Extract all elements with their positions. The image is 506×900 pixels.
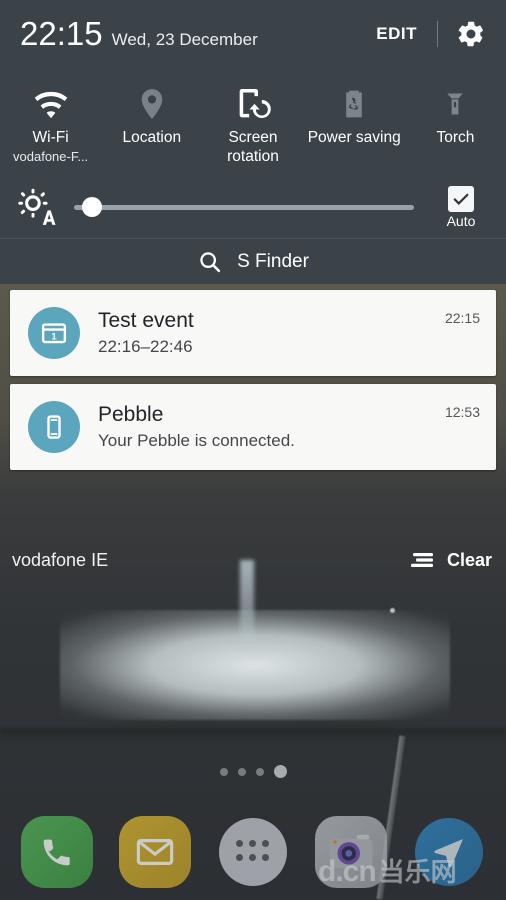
notification-body: 22:16–22:46 (98, 337, 193, 356)
toggle-screen-rotation[interactable]: Screen rotation (202, 82, 303, 166)
toggle-location-label: Location (122, 129, 182, 146)
status-date: Wed, 23 December (111, 30, 258, 49)
notification-title: Test event (98, 309, 194, 332)
dock-item-email[interactable] (117, 814, 193, 890)
envelope-icon (119, 815, 191, 888)
clear-all-label: Clear (446, 549, 492, 570)
navigation-icon (415, 817, 483, 886)
notification-title: Pebble (98, 403, 164, 426)
toggle-torch-label: Torch (436, 129, 475, 146)
edit-button[interactable]: EDIT (372, 18, 421, 50)
apps-grid-icon (219, 817, 287, 886)
page-dot-4-active[interactable] (273, 765, 287, 778)
header-divider (437, 21, 438, 47)
svg-text:1: 1 (51, 331, 57, 342)
toggle-power-saving[interactable]: Power saving (304, 82, 405, 166)
notification-item-calendar[interactable]: 1 Test event 22:16–22:46 22:15 (10, 290, 496, 376)
page-dot-2[interactable] (237, 767, 246, 776)
dock-item-phone[interactable] (19, 814, 95, 890)
notification-text-block: Pebble Your Pebble is connected. (80, 401, 445, 453)
camera-icon (315, 815, 387, 888)
auto-brightness-icon (14, 187, 58, 227)
notification-timestamp: 12:53 (444, 404, 480, 420)
clock-and-date: 22:15 Wed, 23 December (20, 15, 372, 53)
brightness-slider-thumb[interactable] (82, 197, 102, 217)
notification-list: 1 Test event 22:16–22:46 22:15 Pebble Yo… (0, 290, 506, 470)
phone-icon (21, 815, 93, 888)
shade-header: 22:15 Wed, 23 December EDIT (0, 0, 506, 68)
brightness-slider[interactable] (68, 187, 420, 227)
clear-all-button[interactable]: Clear (410, 549, 492, 571)
notification-timestamp: 22:15 (444, 310, 480, 326)
notification-text-block: Test event 22:16–22:46 (80, 307, 445, 359)
s-finder-label: S Finder (237, 250, 309, 272)
page-dot-1[interactable] (219, 767, 228, 776)
shade-footer: vodafone IE Clear (0, 542, 506, 578)
toggle-screen-rotation-label: Screen rotation (227, 129, 279, 165)
toggle-wifi-label: Wi-Fi (32, 129, 69, 146)
status-clock: 22:15 (20, 15, 103, 52)
brightness-row: Auto (0, 176, 506, 238)
wallpaper-horizon-line (0, 728, 506, 742)
settings-button[interactable] (454, 17, 488, 51)
clear-lines-icon (410, 553, 433, 567)
brightness-slider-track (74, 204, 414, 210)
page-dot-3[interactable] (255, 767, 264, 776)
toggle-wifi-ssid: vodafone-F... (13, 149, 89, 164)
screen-rotation-icon (233, 82, 273, 126)
notification-item-pebble[interactable]: Pebble Your Pebble is connected. 12:53 (10, 384, 496, 470)
torch-icon (440, 82, 470, 126)
toggle-wifi[interactable]: Wi-Fi vodafone-F... (0, 82, 101, 166)
dock-item-camera[interactable] (313, 814, 389, 890)
wallpaper-light-speck (390, 608, 395, 613)
power-saving-icon (337, 82, 371, 126)
page-indicator[interactable] (0, 765, 506, 778)
auto-brightness-checkbox[interactable] (448, 185, 474, 212)
gear-icon (458, 21, 484, 47)
home-dock (0, 803, 506, 900)
smartphone-icon (28, 401, 80, 453)
notification-body: Your Pebble is connected. (98, 431, 295, 450)
toggle-location[interactable]: Location (101, 82, 202, 166)
auto-brightness-toggle[interactable]: Auto (430, 185, 492, 229)
notification-shade: 22:15 Wed, 23 December EDIT Wi-Fi vodafo… (0, 0, 506, 478)
auto-brightness-label: Auto (446, 212, 476, 229)
calendar-icon: 1 (28, 307, 80, 359)
s-finder-button[interactable]: S Finder (0, 238, 506, 284)
check-icon (453, 193, 469, 205)
phone-screen: d.cn 当乐网 22:15 Wed, 23 December EDIT Wi-… (0, 0, 506, 900)
dock-item-navigation[interactable] (411, 814, 487, 890)
toggle-torch[interactable]: Torch (405, 82, 506, 166)
quick-settings-toggles: Wi-Fi vodafone-F... Location Screen rota… (0, 68, 506, 176)
wifi-icon (31, 82, 71, 126)
wallpaper-light-pool (60, 610, 450, 720)
location-pin-icon (133, 82, 171, 126)
carrier-label: vodafone IE (12, 549, 109, 570)
search-icon (200, 251, 221, 272)
toggle-power-saving-label: Power saving (307, 129, 401, 146)
dock-item-apps[interactable] (215, 814, 291, 890)
